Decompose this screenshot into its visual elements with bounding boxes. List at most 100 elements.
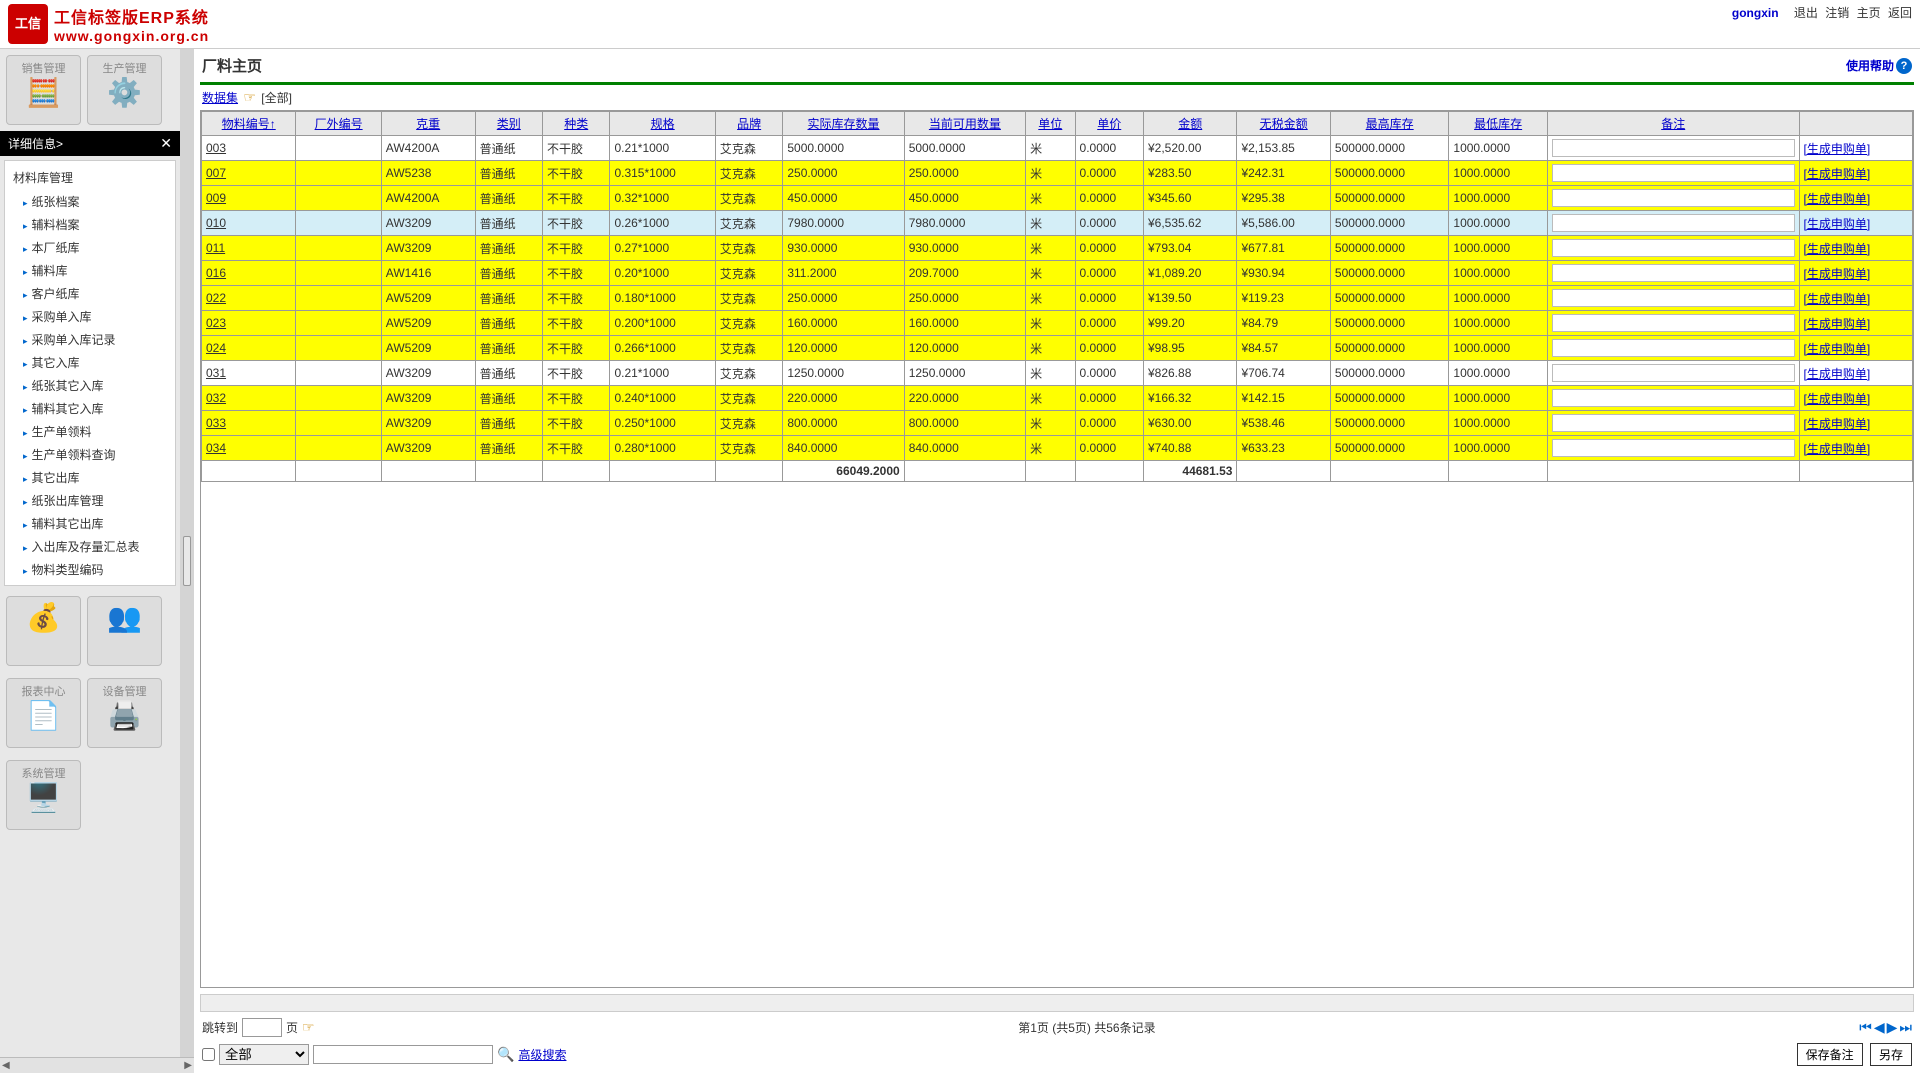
link-back[interactable]: 返回 bbox=[1888, 6, 1912, 20]
remark-input[interactable] bbox=[1552, 139, 1795, 157]
menu-item-5[interactable]: 采购单入库 bbox=[5, 305, 175, 328]
generate-purchase-link[interactable]: [生成申购单] bbox=[1804, 417, 1871, 431]
menu-item-4[interactable]: 客户纸库 bbox=[5, 282, 175, 305]
menu-item-6[interactable]: 采购单入库记录 bbox=[5, 328, 175, 351]
generate-purchase-link[interactable]: [生成申购单] bbox=[1804, 142, 1871, 156]
remark-input[interactable] bbox=[1552, 164, 1795, 182]
col-header-8[interactable]: 当前可用数量 bbox=[904, 112, 1025, 136]
remark-input[interactable] bbox=[1552, 214, 1795, 232]
menu-item-13[interactable]: 纸张出库管理 bbox=[5, 489, 175, 512]
remark-input[interactable] bbox=[1552, 189, 1795, 207]
menu-item-11[interactable]: 生产单领料查询 bbox=[5, 443, 175, 466]
material-code-link[interactable]: 010 bbox=[206, 216, 226, 230]
col-header-2[interactable]: 克重 bbox=[381, 112, 475, 136]
col-header-6[interactable]: 品牌 bbox=[715, 112, 782, 136]
material-code-link[interactable]: 011 bbox=[206, 241, 225, 255]
sidebar-module-0[interactable]: 销售管理🧮 bbox=[6, 55, 81, 125]
sidebar-bottom-scrollbar[interactable]: ◀ ▶ bbox=[0, 1057, 194, 1073]
material-code-link[interactable]: 022 bbox=[206, 291, 226, 305]
menu-item-16[interactable]: 物料类型编码 bbox=[5, 558, 175, 581]
col-header-15[interactable]: 备注 bbox=[1547, 112, 1799, 136]
link-home[interactable]: 主页 bbox=[1857, 6, 1881, 20]
col-header-13[interactable]: 最高库存 bbox=[1330, 112, 1448, 136]
material-code-link[interactable]: 032 bbox=[206, 391, 226, 405]
menu-item-0[interactable]: 纸张档案 bbox=[5, 190, 175, 213]
advanced-search-link[interactable]: 高级搜索 bbox=[518, 1046, 566, 1063]
nav-last-icon[interactable]: ⏭ bbox=[1899, 1019, 1912, 1036]
material-code-link[interactable]: 024 bbox=[206, 341, 226, 355]
sidebar-module-1[interactable]: 生产管理⚙️ bbox=[87, 55, 162, 125]
remark-input[interactable] bbox=[1552, 264, 1795, 282]
sidebar-bottom-module-3[interactable]: 设备管理🖨️ bbox=[87, 678, 162, 748]
data-table-wrap[interactable]: 物料编号↑厂外编号克重类别种类规格品牌实际库存数量当前可用数量单位单价金额无税金… bbox=[200, 110, 1914, 988]
remark-input[interactable] bbox=[1552, 414, 1795, 432]
nav-first-icon[interactable]: ⏮ bbox=[1859, 1019, 1872, 1036]
remark-input[interactable] bbox=[1552, 389, 1795, 407]
filter-select[interactable]: 全部 bbox=[219, 1044, 309, 1065]
splitter[interactable] bbox=[180, 49, 194, 1072]
col-header-14[interactable]: 最低库存 bbox=[1449, 112, 1547, 136]
link-logout[interactable]: 退出 bbox=[1794, 6, 1818, 20]
material-code-link[interactable]: 003 bbox=[206, 141, 226, 155]
col-header-4[interactable]: 种类 bbox=[543, 112, 610, 136]
col-header-5[interactable]: 规格 bbox=[610, 112, 715, 136]
menu-item-7[interactable]: 其它入库 bbox=[5, 351, 175, 374]
menu-item-14[interactable]: 辅料其它出库 bbox=[5, 512, 175, 535]
menu-item-10[interactable]: 生产单领料 bbox=[5, 420, 175, 443]
sidebar-bottom-module-0[interactable]: 💰 bbox=[6, 596, 81, 666]
remark-input[interactable] bbox=[1552, 439, 1795, 457]
generate-purchase-link[interactable]: [生成申购单] bbox=[1804, 192, 1871, 206]
generate-purchase-link[interactable]: [生成申购单] bbox=[1804, 342, 1871, 356]
col-header-3[interactable]: 类别 bbox=[475, 112, 542, 136]
close-icon[interactable]: ✕ bbox=[160, 135, 172, 152]
scroll-left-icon[interactable]: ◀ bbox=[2, 1060, 10, 1071]
material-code-link[interactable]: 023 bbox=[206, 316, 226, 330]
menu-item-9[interactable]: 辅料其它入库 bbox=[5, 397, 175, 420]
save-as-button[interactable]: 另存 bbox=[1870, 1043, 1912, 1066]
col-header-1[interactable]: 厂外编号 bbox=[296, 112, 381, 136]
menu-item-15[interactable]: 入出库及存量汇总表 bbox=[5, 535, 175, 558]
generate-purchase-link[interactable]: [生成申购单] bbox=[1804, 242, 1871, 256]
sidebar-bottom-module-2[interactable]: 报表中心📄 bbox=[6, 678, 81, 748]
hand-go-icon[interactable]: ☞ bbox=[302, 1019, 315, 1036]
material-code-link[interactable]: 034 bbox=[206, 441, 226, 455]
menu-item-12[interactable]: 其它出库 bbox=[5, 466, 175, 489]
material-code-link[interactable]: 033 bbox=[206, 416, 226, 430]
menu-item-2[interactable]: 本厂纸库 bbox=[5, 236, 175, 259]
generate-purchase-link[interactable]: [生成申购单] bbox=[1804, 317, 1871, 331]
sidebar-bottom-module-1[interactable]: 👥 bbox=[87, 596, 162, 666]
generate-purchase-link[interactable]: [生成申购单] bbox=[1804, 217, 1871, 231]
menu-item-1[interactable]: 辅料档案 bbox=[5, 213, 175, 236]
remark-input[interactable] bbox=[1552, 339, 1795, 357]
col-header-9[interactable]: 单位 bbox=[1026, 112, 1075, 136]
material-code-link[interactable]: 007 bbox=[206, 166, 226, 180]
menu-item-3[interactable]: 辅料库 bbox=[5, 259, 175, 282]
link-cancel[interactable]: 注销 bbox=[1825, 6, 1849, 20]
material-code-link[interactable]: 016 bbox=[206, 266, 226, 280]
nav-next-icon[interactable]: ▶ bbox=[1887, 1019, 1898, 1036]
col-header-10[interactable]: 单价 bbox=[1075, 112, 1143, 136]
remark-input[interactable] bbox=[1552, 239, 1795, 257]
splitter-handle-icon[interactable] bbox=[183, 536, 191, 586]
remark-input[interactable] bbox=[1552, 289, 1795, 307]
generate-purchase-link[interactable]: [生成申购单] bbox=[1804, 442, 1871, 456]
nav-prev-icon[interactable]: ◀ bbox=[1874, 1019, 1885, 1036]
jump-page-input[interactable] bbox=[242, 1018, 282, 1037]
search-icon[interactable]: 🔍 bbox=[497, 1046, 514, 1063]
generate-purchase-link[interactable]: [生成申购单] bbox=[1804, 392, 1871, 406]
remark-input[interactable] bbox=[1552, 364, 1795, 382]
col-header-12[interactable]: 无税金额 bbox=[1237, 112, 1330, 136]
menu-item-8[interactable]: 纸张其它入库 bbox=[5, 374, 175, 397]
material-code-link[interactable]: 009 bbox=[206, 191, 226, 205]
col-header-0[interactable]: 物料编号↑ bbox=[202, 112, 296, 136]
search-input[interactable] bbox=[313, 1045, 493, 1064]
save-remark-button[interactable]: 保存备注 bbox=[1797, 1043, 1863, 1066]
col-header-7[interactable]: 实际库存数量 bbox=[783, 112, 904, 136]
help-link[interactable]: 使用帮助 ? bbox=[1846, 57, 1912, 74]
filter-checkbox[interactable] bbox=[202, 1048, 215, 1061]
col-header-11[interactable]: 金额 bbox=[1143, 112, 1236, 136]
material-code-link[interactable]: 031 bbox=[206, 366, 226, 380]
scroll-right-icon[interactable]: ▶ bbox=[184, 1060, 192, 1071]
sidebar-bottom-module-4[interactable]: 系统管理🖥️ bbox=[6, 760, 81, 830]
generate-purchase-link[interactable]: [生成申购单] bbox=[1804, 167, 1871, 181]
